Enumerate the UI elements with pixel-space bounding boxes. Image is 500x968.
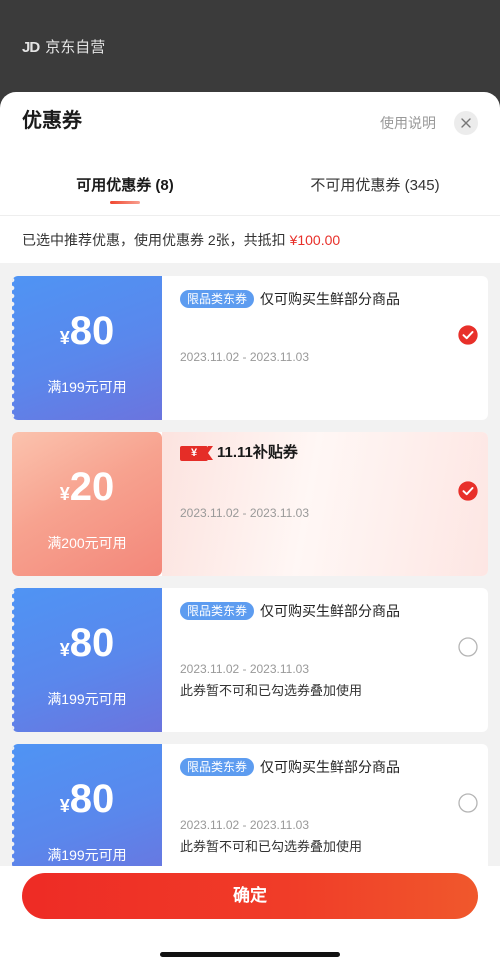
coupon-amount: ¥80 [12,618,162,677]
coupon-select-checkbox[interactable] [458,637,478,657]
coupon-info-panel: ¥ 11.11补贴券 2023.11.02 - 2023.11.03 [162,432,488,576]
coupon-select-checkbox[interactable] [458,481,478,501]
coupon-select-checkbox[interactable] [458,325,478,345]
sheet-title: 优惠券 [22,110,82,132]
coupon-condition: 满199元可用 [47,379,127,395]
tab-unavailable[interactable]: 不可用优惠券 (345) [250,172,500,200]
category-badge: 限品类东券 [180,602,255,620]
amount-value: 80 [69,309,115,353]
coupon-sheet: 优惠券 使用说明 可用优惠券 (8) 不可用优惠券 (345) 已选中推荐优惠，… [0,92,500,968]
tab-available[interactable]: 可用优惠券 (8) [0,172,250,200]
tab-active-indicator [110,201,140,204]
check-icon [458,481,478,501]
amount-value: 20 [69,465,115,509]
coupon-description: 仅可购买生鲜部分商品 [260,759,401,775]
jd-logo: JD [22,39,40,56]
store-header: JD 京东自营 [22,37,105,59]
home-indicator [160,952,340,957]
close-button[interactable] [454,111,478,135]
summary-amount: ¥100.00 [289,232,341,248]
currency-symbol: ¥ [59,796,70,816]
check-icon [458,325,478,345]
yen-flag-icon: ¥ [180,445,213,461]
currency-symbol: ¥ [59,328,70,348]
coupon-value-panel: ¥20 满200元可用 [12,432,162,576]
store-label: 京东自营 [45,39,106,56]
coupon-condition: 满199元可用 [47,691,127,707]
coupon-value-panel: ¥80 满199元可用 [12,588,162,732]
coupon-description: 仅可购买生鲜部分商品 [260,603,401,619]
promo-logo: ¥ 11.11补贴券 [180,443,298,463]
coupon-validity: 2023.11.02 - 2023.11.03 [180,506,309,520]
coupon-list[interactable]: ¥80 满199元可用 限品类东券 仅可购买生鲜部分商品 2023.11.02 … [0,263,500,968]
coupon-description: 仅可购买生鲜部分商品 [260,291,401,307]
radio-unchecked-icon [458,793,478,813]
coupon-select-checkbox[interactable] [458,793,478,813]
coupon-info-panel: 限品类东券 仅可购买生鲜部分商品 2023.11.02 - 2023.11.03… [162,588,488,732]
selection-summary: 已选中推荐优惠，使用优惠券 2张，共抵扣 ¥100.00 [22,231,340,249]
divider [0,215,500,216]
amount-value: 80 [69,621,115,665]
usage-help-link[interactable]: 使用说明 [380,114,436,132]
amount-value: 80 [69,777,115,821]
radio-unchecked-icon [458,637,478,657]
footer-bar: 确定 [0,866,500,968]
promo-title: 11.11补贴券 [217,444,298,461]
coupon-validity: 2023.11.02 - 2023.11.03 [180,662,309,676]
coupon-amount: ¥80 [12,774,162,833]
coupon-card[interactable]: ¥80 满199元可用 限品类东券 仅可购买生鲜部分商品 2023.11.02 … [12,276,488,420]
coupon-amount: ¥80 [12,306,162,365]
currency-symbol: ¥ [59,484,70,504]
confirm-button[interactable]: 确定 [22,873,478,919]
currency-symbol: ¥ [59,640,70,660]
coupon-condition: 满199元可用 [47,847,127,863]
category-badge: 限品类东券 [180,290,255,308]
category-badge: 限品类东券 [180,758,255,776]
summary-text: 已选中推荐优惠，使用优惠券 2张，共抵扣 [22,232,290,248]
coupon-card[interactable]: ¥20 满200元可用 ¥ 11.11补贴券 2023.11.02 - 2023… [12,432,488,576]
coupon-validity: 2023.11.02 - 2023.11.03 [180,818,309,832]
coupon-validity: 2023.11.02 - 2023.11.03 [180,350,309,364]
stacking-note: 此券暂不可和已勾选券叠加使用 [180,839,363,854]
coupon-amount: ¥20 [12,462,162,521]
stacking-note: 此券暂不可和已勾选券叠加使用 [180,683,363,698]
coupon-condition: 满200元可用 [47,535,127,551]
coupon-info-panel: 限品类东券 仅可购买生鲜部分商品 2023.11.02 - 2023.11.03 [162,276,488,420]
coupon-value-panel: ¥80 满199元可用 [12,276,162,420]
close-icon [461,118,471,128]
coupon-card[interactable]: ¥80 满199元可用 限品类东券 仅可购买生鲜部分商品 2023.11.02 … [12,588,488,732]
